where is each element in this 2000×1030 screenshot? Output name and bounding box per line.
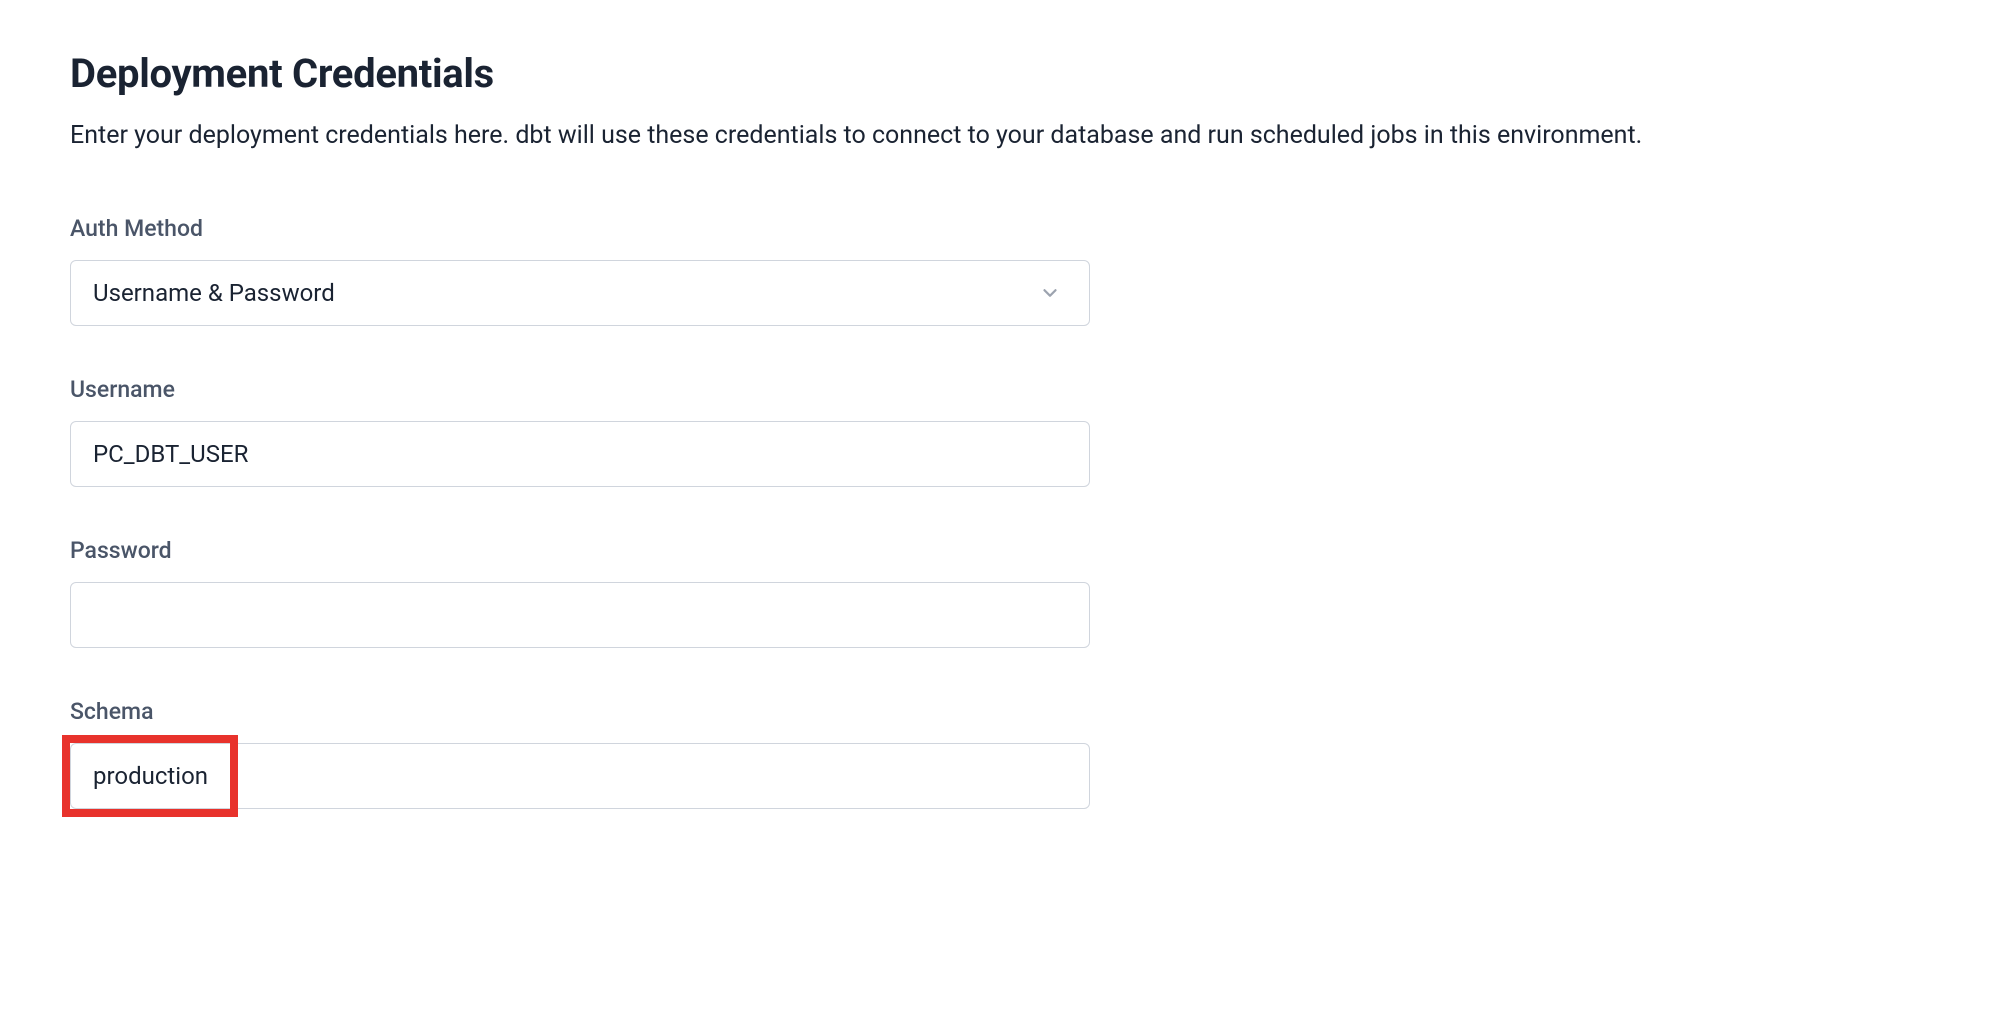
- page-description: Enter your deployment credentials here. …: [70, 117, 1930, 155]
- schema-group: Schema: [70, 698, 1930, 809]
- auth-method-group: Auth Method Username & Password: [70, 215, 1930, 326]
- password-group: Password: [70, 537, 1930, 648]
- username-group: Username: [70, 376, 1930, 487]
- auth-method-value: Username & Password: [93, 279, 335, 307]
- auth-method-select[interactable]: Username & Password: [70, 260, 1090, 326]
- username-label: Username: [70, 376, 1930, 403]
- username-input[interactable]: [70, 421, 1090, 487]
- password-label: Password: [70, 537, 1930, 564]
- schema-label: Schema: [70, 698, 1930, 725]
- chevron-down-icon: [1039, 282, 1061, 304]
- password-input[interactable]: [70, 582, 1090, 648]
- auth-method-label: Auth Method: [70, 215, 1930, 242]
- schema-input[interactable]: [70, 743, 1090, 809]
- page-title: Deployment Credentials: [70, 50, 1930, 97]
